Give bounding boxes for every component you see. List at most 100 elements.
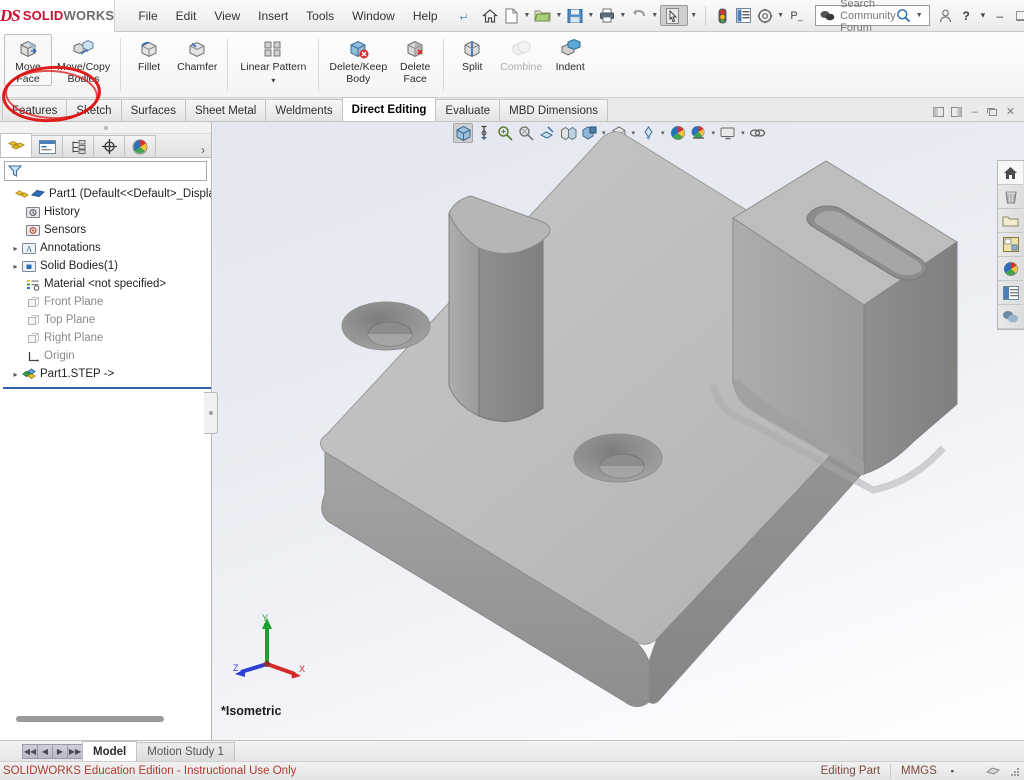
help-button[interactable]: ? <box>957 6 976 25</box>
options-gear-icon[interactable] <box>754 5 775 26</box>
menu-window[interactable]: Window <box>343 6 404 26</box>
chevron-down-icon[interactable]: ▼ <box>587 12 594 19</box>
split-button[interactable]: Split <box>449 34 495 75</box>
doc-close-icon[interactable]: ✕ <box>1003 104 1018 119</box>
task-file-explorer-button[interactable] <box>998 209 1023 233</box>
chamfer-button[interactable]: Chamfer <box>172 34 222 75</box>
units-chevron-icon[interactable]: ▪ <box>951 766 954 776</box>
chevron-down-icon[interactable]: ▼ <box>690 12 697 19</box>
new-document-icon[interactable] <box>501 5 522 26</box>
panel-splitter[interactable] <box>204 392 218 434</box>
task-custom-properties-button[interactable] <box>998 281 1023 305</box>
delete-keep-body-button[interactable]: Delete/Keep Body <box>324 34 392 86</box>
chevron-down-icon[interactable]: ▼ <box>524 12 531 19</box>
menu-insert[interactable]: Insert <box>249 6 297 26</box>
search-community-forum[interactable]: Search Community Forum ▼ <box>815 0 930 34</box>
tab-sketch[interactable]: Sketch <box>66 99 122 121</box>
bottom-tab-motion-study-1[interactable]: Motion Study 1 <box>136 741 235 761</box>
tab-weldments[interactable]: Weldments <box>265 99 343 121</box>
doc-minimize-icon[interactable]: – <box>967 104 982 119</box>
maximize-button[interactable]: ❑ <box>1011 6 1024 25</box>
property-manager-tab[interactable] <box>31 135 63 157</box>
combine-button[interactable]: Combine <box>495 34 547 75</box>
units-label[interactable]: MMGS <box>901 765 937 777</box>
tab-features[interactable]: Features <box>2 99 68 121</box>
task-view-palette-button[interactable] <box>998 233 1023 257</box>
p-label-icon[interactable]: P _ <box>786 5 807 26</box>
tree-expander-annotations[interactable]: ▸ <box>10 244 21 253</box>
model-3d-view[interactable] <box>213 122 1024 740</box>
print-icon[interactable] <box>596 5 617 26</box>
task-home-button[interactable] <box>998 161 1023 185</box>
menu-view[interactable]: View <box>205 6 249 26</box>
task-design-library-button[interactable] <box>998 185 1023 209</box>
chevron-down-icon[interactable]: ▼ <box>777 12 784 19</box>
open-folder-icon[interactable] <box>532 5 553 26</box>
chevron-down-icon[interactable]: ▼ <box>619 12 626 19</box>
pushpin-icon[interactable] <box>452 6 470 24</box>
tree-item-origin[interactable]: Origin <box>3 347 211 365</box>
user-account-icon[interactable] <box>936 6 955 25</box>
tree-item-right-plane[interactable]: Right Plane <box>3 329 211 347</box>
chevron-down-icon[interactable]: ▼ <box>555 12 562 19</box>
move-copy-bodies-button[interactable]: Move/Copy Bodies <box>52 34 115 86</box>
task-forum-button[interactable] <box>998 305 1023 329</box>
tree-item-annotations[interactable]: ▸ A Annotations <box>3 239 211 257</box>
home-icon[interactable] <box>480 5 501 26</box>
scrollbar-thumb[interactable] <box>16 716 164 722</box>
overlay-icon[interactable] <box>985 765 1001 778</box>
graphics-area[interactable]: ▾ ▾ ▾ ▾ ▾ X Z Y *Isometric <box>213 122 1024 740</box>
help-dropdown-chevron-icon[interactable]: ▾ <box>981 10 986 21</box>
tree-item-top-plane[interactable]: Top Plane <box>3 311 211 329</box>
menu-file[interactable]: File <box>129 6 166 26</box>
file-properties-icon[interactable] <box>733 5 754 26</box>
tree-item-part1-step[interactable]: ▸ Part1.STEP -> <box>3 365 211 383</box>
feature-tree-filter[interactable] <box>4 161 207 181</box>
doc-restore-icon[interactable] <box>985 104 1000 119</box>
previous-tab-button[interactable]: ◀ <box>37 743 53 759</box>
tab-surfaces[interactable]: Surfaces <box>120 99 186 121</box>
tree-expander-solid-bodies[interactable]: ▸ <box>10 262 21 271</box>
bottom-tab-model[interactable]: Model <box>82 740 138 762</box>
tab-mbd-dimensions[interactable]: MBD Dimensions <box>499 99 608 121</box>
tree-item-sensors[interactable]: Sensors <box>3 221 211 239</box>
fillet-button[interactable]: Fillet <box>126 34 172 75</box>
linear-pattern-chevron-down-icon[interactable]: ▾ <box>271 76 275 84</box>
panel-tabs-more-chevron-icon[interactable]: › <box>201 143 211 157</box>
minimize-button[interactable]: – <box>990 6 1009 25</box>
last-tab-button[interactable]: ▶▶ <box>67 743 83 759</box>
tab-sheet-metal[interactable]: Sheet Metal <box>184 99 267 121</box>
tree-rollback-bar[interactable] <box>3 387 211 389</box>
save-icon[interactable] <box>564 5 585 26</box>
tree-expander-part1-step[interactable]: ▸ <box>10 370 21 379</box>
menu-help[interactable]: Help <box>404 6 447 26</box>
select-cursor-icon[interactable] <box>660 5 689 26</box>
dimxpert-manager-tab[interactable] <box>93 135 125 157</box>
tab-direct-editing[interactable]: Direct Editing <box>341 97 437 121</box>
restore-right-icon[interactable] <box>949 104 964 119</box>
restore-left-icon[interactable] <box>931 104 946 119</box>
linear-pattern-button[interactable]: Linear Pattern ▾ <box>233 34 313 85</box>
solidworks-logo[interactable]: DS SOLID WORKS <box>0 0 116 32</box>
tree-item-solid-bodies[interactable]: ▸ Solid Bodies(1) <box>3 257 211 275</box>
magnifier-icon[interactable] <box>896 8 914 23</box>
configuration-manager-tab[interactable] <box>62 135 94 157</box>
move-face-button[interactable]: Move Face <box>4 34 52 86</box>
delete-face-button[interactable]: Delete Face <box>392 34 438 86</box>
resize-grip-icon[interactable] <box>1009 766 1020 777</box>
next-tab-button[interactable]: ▶ <box>52 743 68 759</box>
feature-tree-horizontal-scrollbar[interactable] <box>0 714 196 724</box>
tree-item-front-plane[interactable]: Front Plane <box>3 293 211 311</box>
indent-button[interactable]: Indent <box>547 34 593 75</box>
chevron-down-icon[interactable]: ▼ <box>651 12 658 19</box>
undo-icon[interactable] <box>628 5 649 26</box>
display-manager-tab[interactable] <box>124 135 156 157</box>
task-appearances-button[interactable] <box>998 257 1023 281</box>
tab-evaluate[interactable]: Evaluate <box>435 99 501 121</box>
feature-manager-tab[interactable] <box>0 133 32 157</box>
first-tab-button[interactable]: ◀◀ <box>22 743 38 759</box>
menu-edit[interactable]: Edit <box>167 6 206 26</box>
search-dropdown-chevron-down-icon[interactable]: ▼ <box>916 12 927 19</box>
tree-item-material[interactable]: Material <not specified> <box>3 275 211 293</box>
tree-item-history[interactable]: History <box>3 203 211 221</box>
